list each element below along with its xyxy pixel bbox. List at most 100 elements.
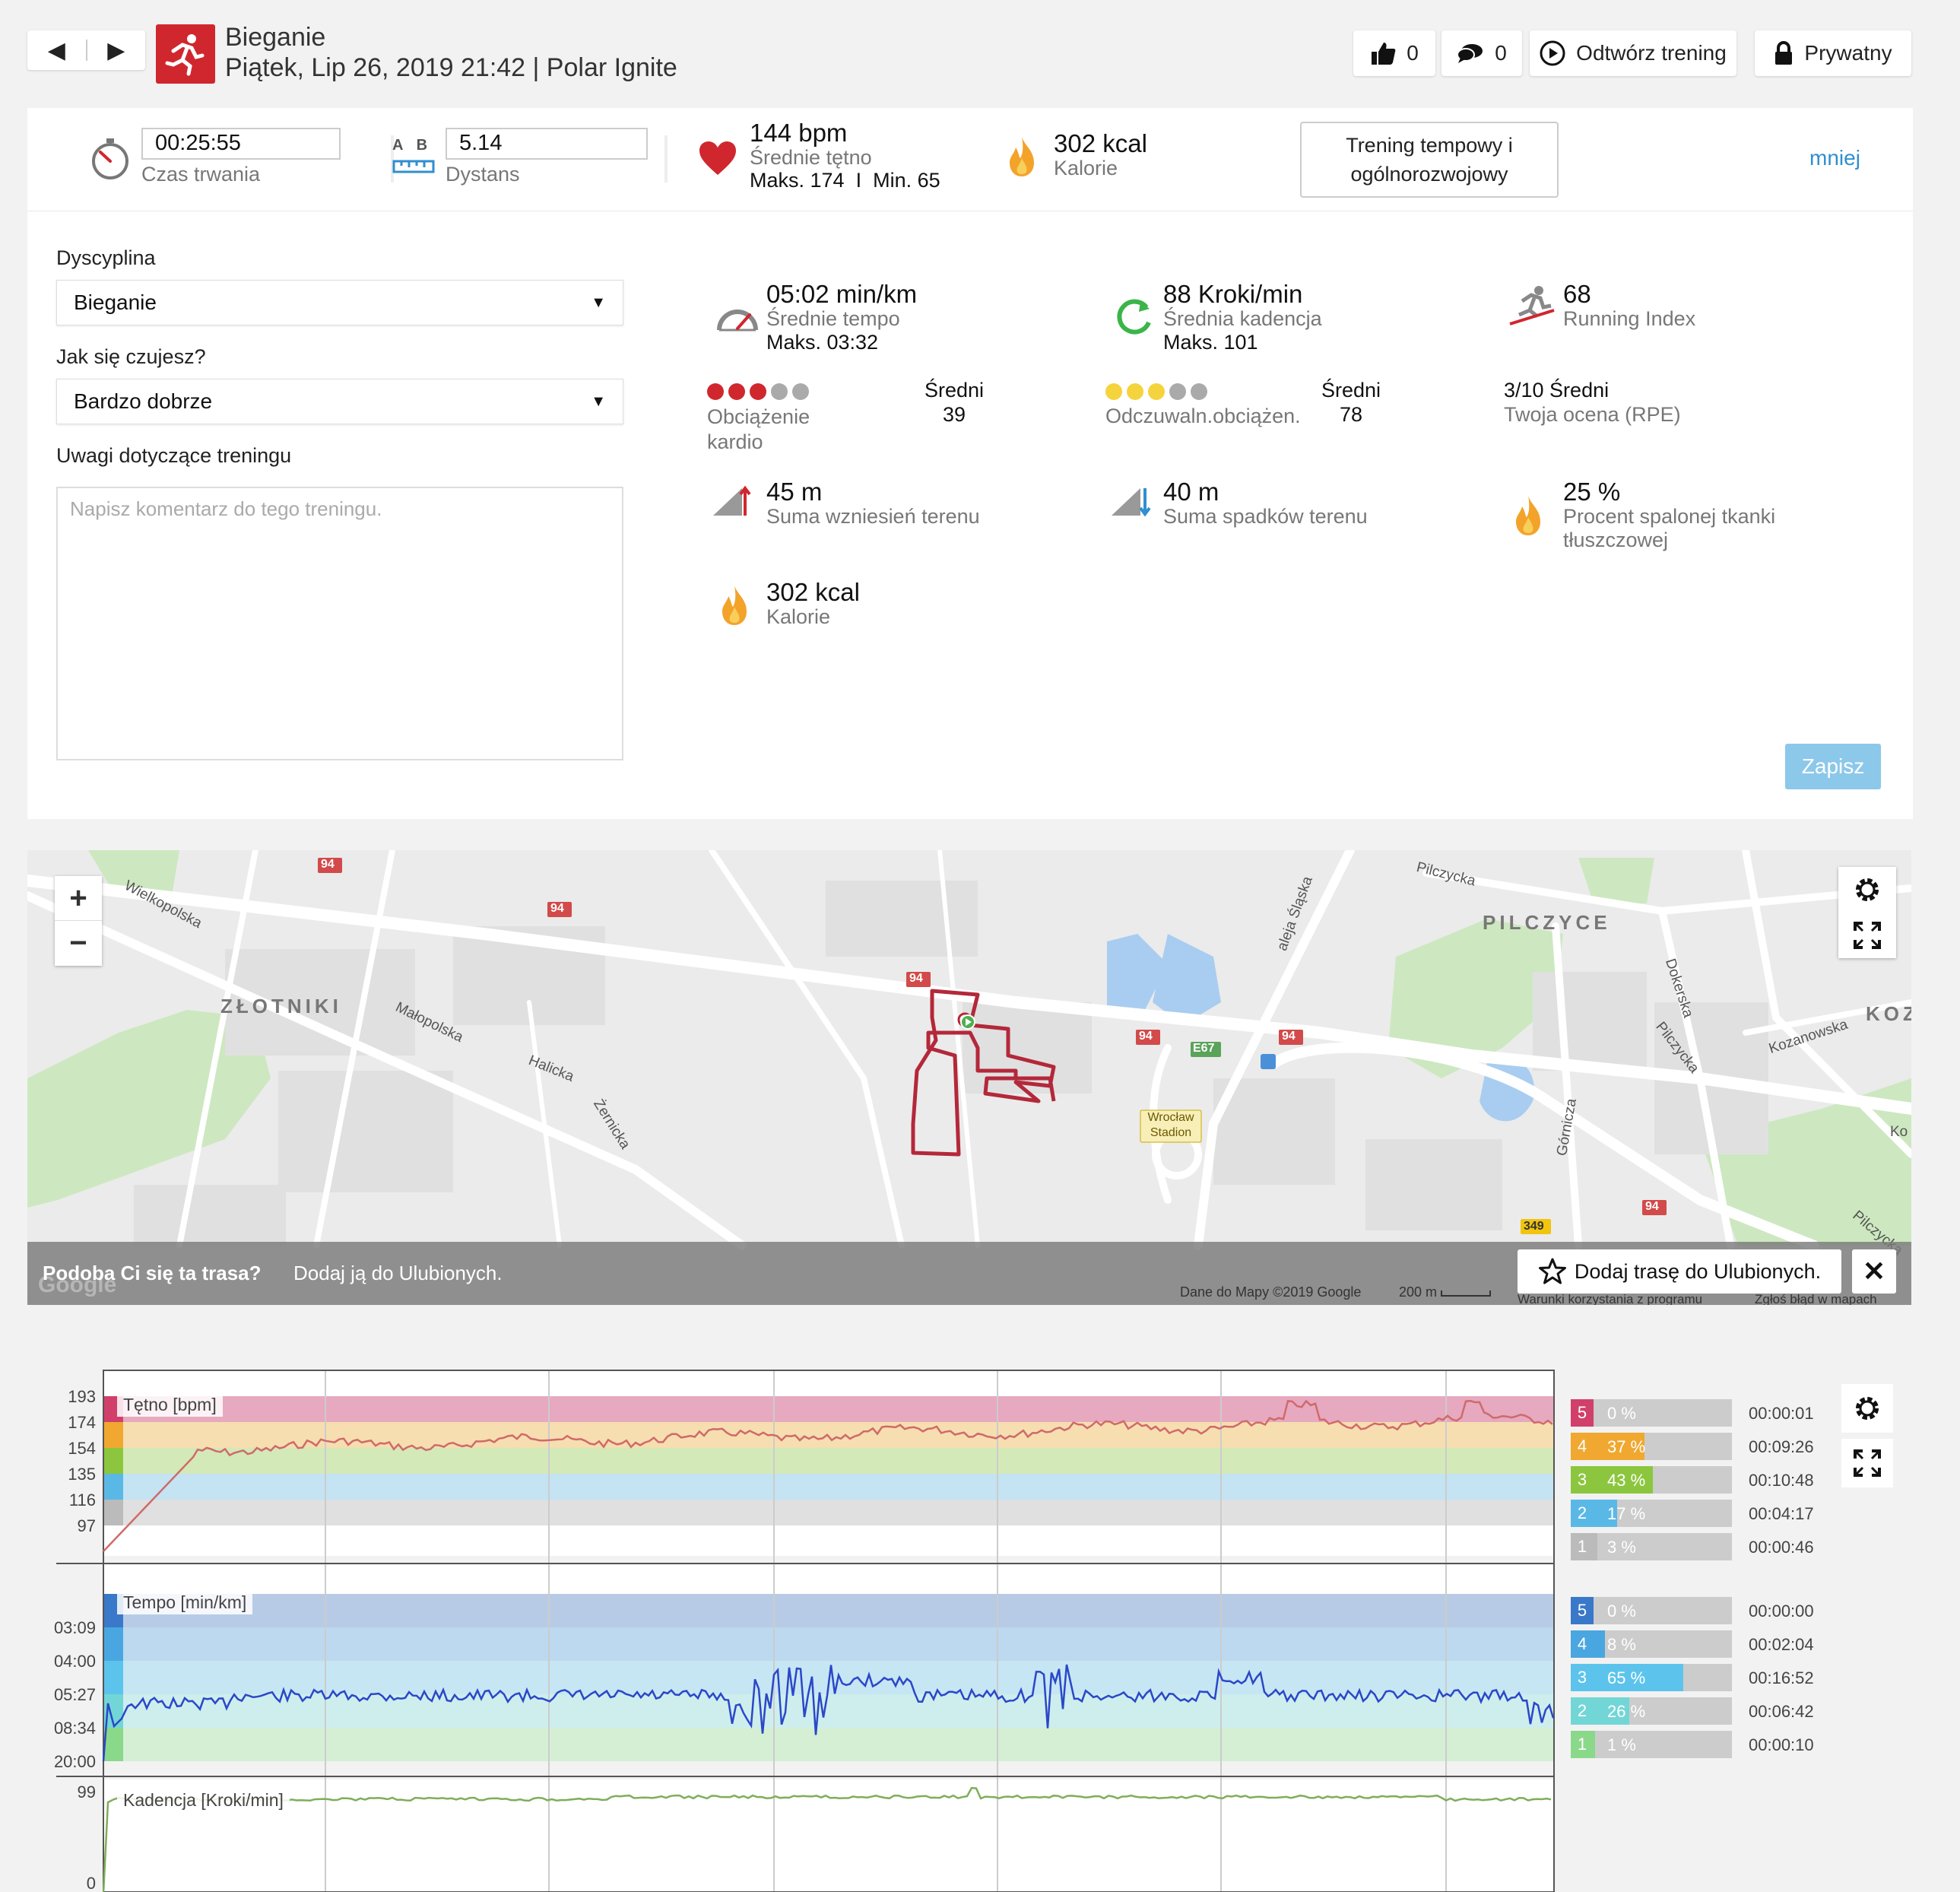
zone-time: 00:00:10: [1749, 1735, 1814, 1754]
gear-icon[interactable]: [1841, 1384, 1893, 1433]
zone-number: 3: [1571, 1466, 1594, 1494]
y-tick: 116: [68, 1490, 96, 1509]
zone-number: 1: [1571, 1731, 1594, 1758]
map-terms[interactable]: Warunki korzystania z programu: [1518, 1292, 1702, 1305]
notes-textarea[interactable]: Napisz komentarz do tego treningu.: [56, 487, 623, 760]
map-scale: 200 m: [1399, 1284, 1492, 1300]
load-dot-filled: [1148, 383, 1165, 400]
prev-icon[interactable]: ◀: [27, 37, 86, 64]
map-settings-panel: [1838, 867, 1896, 958]
zoom-in-button[interactable]: +: [55, 876, 102, 921]
map-report[interactable]: Zgłoś błąd w mapach: [1755, 1292, 1877, 1305]
descent-icon: [1112, 488, 1151, 517]
scale-text: 200 m: [1399, 1284, 1438, 1300]
zone-row: 5 0 % 00:00:01: [1571, 1399, 1875, 1427]
zone-number: 4: [1571, 1630, 1594, 1658]
zone-bar: 3 65 %: [1571, 1664, 1732, 1691]
zoom-controls: + −: [55, 876, 102, 966]
running-icon: [156, 24, 215, 84]
zone-time: 00:10:48: [1749, 1471, 1814, 1490]
gear-icon[interactable]: [1852, 867, 1882, 913]
play-icon: [1540, 40, 1565, 66]
avg-cadence-value: 88 Kroki/min: [1163, 280, 1303, 308]
zone-bar: 2 17 %: [1571, 1500, 1732, 1527]
route-map[interactable]: 94 94 94 94 94 94 E67 349 Wrocław Stadio…: [27, 850, 1911, 1305]
zone-bar: 5 0 %: [1571, 1597, 1732, 1624]
distance-label: Dystans: [446, 163, 520, 186]
zone-number: 3: [1571, 1664, 1594, 1691]
chevron-down-icon: ▼: [591, 294, 606, 311]
avg-cadence-label: Średnia kadencja: [1163, 307, 1322, 330]
load-dot-filled: [1127, 383, 1143, 400]
privacy-button[interactable]: Prywatny: [1755, 30, 1911, 76]
distance-field[interactable]: 5.14: [446, 128, 648, 160]
y-tick: 174: [68, 1413, 96, 1432]
calories-value: 302 kcal: [1054, 129, 1147, 157]
replay-training-button[interactable]: Odtwórz trening: [1530, 30, 1736, 76]
chevron-down-icon: ▼: [591, 392, 606, 410]
zone-percent: 26 %: [1607, 1702, 1646, 1721]
cadence-chart-title: Kadencja [Kroki/min]: [117, 1789, 290, 1812]
y-tick: 08:34: [53, 1719, 96, 1738]
duration-field[interactable]: 00:25:55: [141, 128, 341, 160]
map-canvas: [27, 850, 1911, 1305]
pace-chart-title: Tempo [min/km]: [117, 1591, 253, 1614]
gauge-icon: [717, 310, 758, 332]
add-to-favorites-button[interactable]: Dodaj trasę do Ulubionych.: [1518, 1249, 1841, 1294]
fullscreen-icon[interactable]: [1841, 1439, 1893, 1487]
y-tick: 0: [86, 1874, 96, 1892]
hr-min: Min. 65: [873, 169, 940, 192]
summary-panel: 00:25:55 Czas trwania A B 5.14 Dystans 1…: [27, 108, 1913, 211]
road-badge: 94: [1139, 1030, 1153, 1043]
feeling-value: Bardzo dobrze: [74, 389, 213, 413]
ab-b: B: [416, 137, 430, 154]
ab-label: A B: [392, 137, 429, 154]
star-icon: [1538, 1258, 1566, 1284]
save-button[interactable]: Zapisz: [1785, 744, 1881, 789]
y-tick: 135: [68, 1465, 96, 1484]
discipline-label: Dyscyplina: [56, 246, 156, 269]
like-button[interactable]: 0: [1353, 30, 1435, 76]
y-tick: 193: [68, 1387, 96, 1406]
session-date-device: Piątek, Lip 26, 2019 21:42 | Polar Ignit…: [225, 53, 677, 82]
replay-label: Odtwórz trening: [1576, 41, 1727, 65]
stopwatch-icon: [92, 138, 128, 179]
duration-label: Czas trwania: [141, 163, 261, 186]
road-badge: 94: [550, 902, 564, 915]
calories-label: Kalorie: [1054, 157, 1118, 179]
chart-controls: [1841, 1384, 1893, 1487]
road-badge: 94: [909, 972, 923, 985]
zoom-out-button[interactable]: −: [55, 921, 102, 966]
descent-label: Suma spadków terenu: [1163, 505, 1368, 528]
load-dot-empty: [771, 383, 788, 400]
zone-bar: 1 1 %: [1571, 1731, 1732, 1758]
y-tick: 04:00: [53, 1652, 96, 1671]
comment-count: 0: [1495, 41, 1507, 65]
less-link[interactable]: mniej: [1809, 146, 1860, 170]
map-attribution: Dane do Mapy ©2019 Google: [1180, 1284, 1362, 1300]
feeling-select[interactable]: Bardzo dobrze ▼: [56, 379, 623, 424]
stadium-label: Wrocław Stadion: [1147, 1111, 1194, 1139]
zone-percent: 37 %: [1607, 1437, 1646, 1456]
hr-chart-title: Tętno [bpm]: [117, 1393, 223, 1417]
road-badge: 94: [321, 858, 335, 871]
perceived-load-label: Odczuwaln.obciążen.: [1105, 405, 1301, 427]
load-dot-empty: [1169, 383, 1186, 400]
district-label: PILCZYCE: [1483, 911, 1611, 934]
fullscreen-icon[interactable]: [1852, 913, 1882, 958]
discipline-select[interactable]: Bieganie ▼: [56, 280, 623, 325]
zone-number: 2: [1571, 1697, 1594, 1725]
zone-percent: 8 %: [1607, 1635, 1636, 1654]
discipline-value: Bieganie: [74, 290, 157, 314]
ab-a: A: [392, 137, 405, 154]
zone-percent: 43 %: [1607, 1471, 1646, 1490]
zone-percent: 3 %: [1607, 1538, 1636, 1557]
next-icon[interactable]: ▶: [87, 37, 146, 64]
cardio-load-dots: [707, 383, 813, 404]
cardio-load-label: Obciążenie kardio: [707, 405, 810, 453]
comment-button[interactable]: 0: [1441, 30, 1522, 76]
cadence-max: Maks. 101: [1163, 331, 1258, 354]
zone-row: 1 1 % 00:00:10: [1571, 1731, 1875, 1758]
google-logo: Google: [38, 1272, 117, 1297]
close-icon[interactable]: ✕: [1852, 1249, 1896, 1294]
